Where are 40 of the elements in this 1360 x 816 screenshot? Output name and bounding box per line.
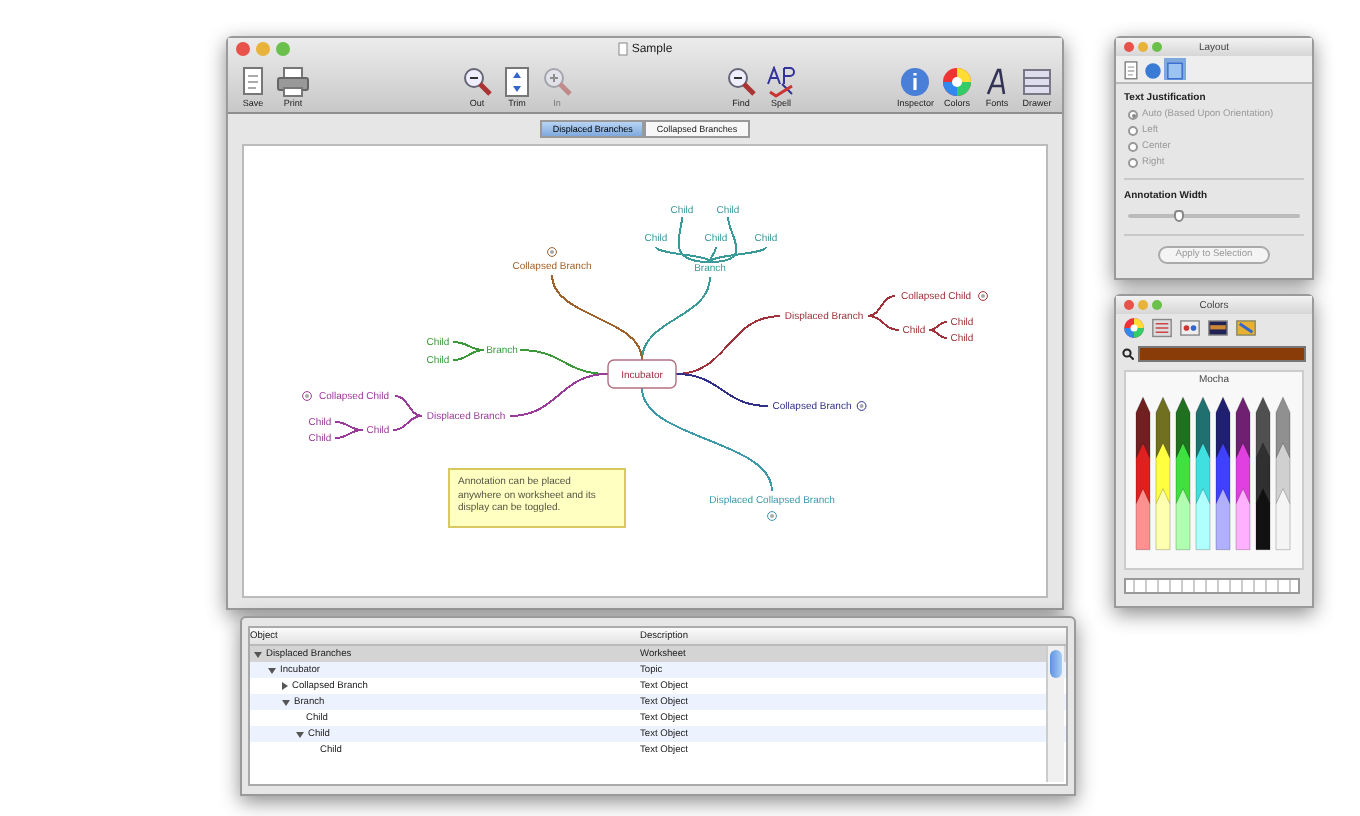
panel-tab[interactable]: [1142, 58, 1164, 80]
color-wheel-icon[interactable]: [1122, 316, 1146, 340]
collapsed-icon[interactable]: [302, 391, 312, 401]
panel-tab[interactable]: [1120, 58, 1142, 80]
crayon-icon[interactable]: [1234, 316, 1258, 340]
collapsed-icon[interactable]: [547, 247, 557, 257]
palette-icon[interactable]: [1178, 316, 1202, 340]
fit-icon: [500, 65, 534, 97]
collapsed-icon[interactable]: [856, 401, 867, 411]
close-button[interactable]: [1124, 41, 1134, 51]
crayon-drawing[interactable]: [1135, 396, 1291, 551]
drawer-icon: [1020, 65, 1054, 97]
wheel-icon: [940, 65, 974, 97]
swatch-strip[interactable]: [1124, 578, 1300, 594]
square-icon: [1164, 60, 1186, 82]
close-button[interactable]: [1124, 299, 1134, 309]
search-icon[interactable]: [1122, 348, 1134, 360]
zoom-button[interactable]: [1152, 299, 1162, 309]
printer-icon: [276, 65, 310, 97]
disclosure-icon[interactable]: [296, 731, 304, 737]
info-icon: [898, 65, 933, 97]
zoom-out-icon: [460, 65, 494, 97]
collapsed-icon[interactable]: [978, 291, 988, 301]
collapsed-icon[interactable]: [767, 511, 777, 521]
disclosure-icon[interactable]: [282, 699, 290, 705]
find-icon: [724, 65, 758, 97]
slider-icon[interactable]: [1150, 316, 1174, 340]
disclosure-icon[interactable]: [268, 667, 276, 673]
zoom-button[interactable]: [276, 42, 290, 56]
slider-thumb[interactable]: [1174, 210, 1185, 222]
color-swatch[interactable]: [1138, 346, 1306, 362]
zoom-in-icon: [540, 65, 574, 97]
zoom-button[interactable]: [1152, 41, 1162, 51]
panel-tab[interactable]: [1164, 58, 1186, 80]
scrollbar[interactable]: [1046, 646, 1064, 782]
spell-icon: [764, 65, 798, 97]
spectrum-icon[interactable]: [1206, 316, 1230, 340]
document-icon: [1120, 60, 1142, 82]
circle-icon: [1142, 60, 1164, 82]
close-button[interactable]: [236, 42, 250, 56]
